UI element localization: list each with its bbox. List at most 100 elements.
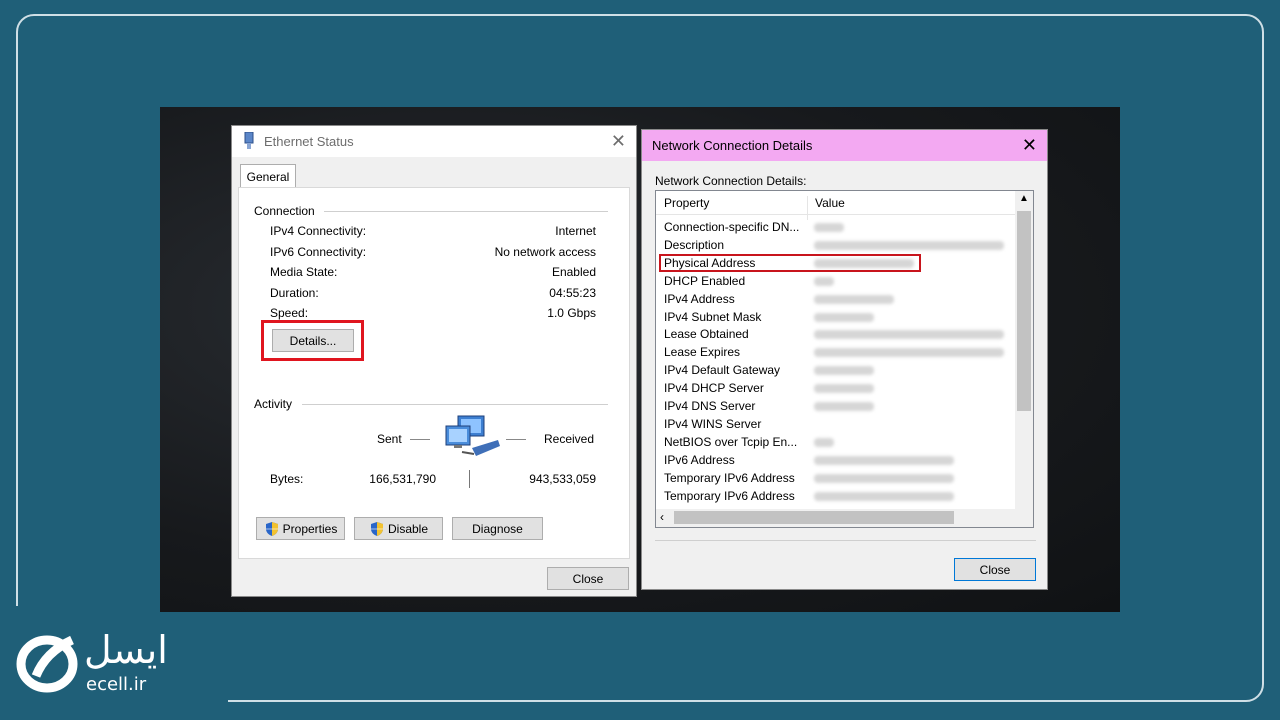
ncd-close-button[interactable]: Close bbox=[954, 558, 1036, 581]
horizontal-scroll-thumb[interactable] bbox=[674, 511, 954, 524]
disable-button-label: Disable bbox=[387, 521, 429, 536]
list-row-property: IPv4 Address bbox=[664, 291, 735, 306]
connection-group-label: Connection bbox=[254, 204, 315, 218]
close-button[interactable]: Close bbox=[547, 567, 629, 590]
ethernet-title: Ethernet Status bbox=[264, 134, 354, 149]
bytes-received-value: 943,533,059 bbox=[529, 472, 596, 486]
details-button[interactable]: Details... bbox=[272, 329, 354, 352]
list-row-property: IPv4 DNS Server bbox=[664, 399, 756, 413]
vertical-scrollbar[interactable]: ▲ bbox=[1015, 191, 1033, 511]
ethernet-status-dialog: Ethernet Status ✕ General Connection IPv… bbox=[231, 125, 637, 597]
list-row[interactable]: Lease Expires bbox=[656, 343, 1016, 361]
list-row-value-blurred bbox=[814, 223, 844, 232]
ipv4-connectivity-value: Internet bbox=[555, 224, 596, 238]
list-row[interactable]: IPv4 Address bbox=[656, 290, 1016, 308]
list-row[interactable]: IPv4 WINS Server bbox=[656, 415, 1016, 433]
duration-label: Duration: bbox=[270, 286, 319, 300]
network-adapter-icon bbox=[244, 132, 254, 149]
list-row-property: Connection-specific DN... bbox=[664, 220, 800, 234]
list-row-property: IPv4 WINS Server bbox=[664, 416, 762, 431]
bytes-sent-value: 166,531,790 bbox=[369, 472, 436, 486]
list-row[interactable]: IPv6 Address bbox=[656, 451, 1016, 469]
list-row-property: DHCP Enabled bbox=[664, 273, 746, 288]
close-icon[interactable]: ✕ bbox=[1022, 135, 1037, 155]
network-computers-icon bbox=[445, 415, 500, 456]
list-row[interactable]: Temporary IPv6 Address bbox=[656, 469, 1016, 487]
media-state-label: Media State: bbox=[270, 265, 338, 279]
list-row-value-blurred bbox=[814, 455, 954, 465]
list-row-property: Temporary IPv6 Address bbox=[664, 488, 795, 503]
details-list[interactable]: Property Value Connection-specific DN...… bbox=[655, 190, 1034, 528]
list-row-value-blurred bbox=[814, 276, 834, 286]
ncd-divider bbox=[655, 540, 1036, 541]
list-row-property: IPv4 DHCP Server bbox=[664, 381, 764, 396]
list-row-property: Description bbox=[664, 237, 725, 252]
list-row-value-blurred bbox=[814, 491, 954, 501]
ncd-title: Network Connection Details bbox=[652, 138, 813, 153]
properties-button-label: Properties bbox=[282, 521, 338, 536]
list-row-value-blurred bbox=[814, 330, 1004, 340]
col-separator[interactable] bbox=[807, 196, 808, 220]
list-header: Property Value bbox=[656, 191, 1015, 220]
list-row-property: Lease Obtained bbox=[664, 327, 749, 342]
diagnose-button[interactable]: Diagnose bbox=[452, 517, 543, 540]
tab-general[interactable]: General bbox=[240, 164, 296, 188]
list-row[interactable]: Description bbox=[656, 236, 1016, 254]
sent-line bbox=[410, 439, 430, 440]
received-line bbox=[506, 439, 526, 440]
diagnose-button-label: Diagnose bbox=[472, 521, 523, 536]
duration-value: 04:55:23 bbox=[549, 286, 596, 300]
properties-button[interactable]: Properties bbox=[256, 517, 345, 540]
screenshot-area: Ethernet Status ✕ General Connection IPv… bbox=[160, 107, 1120, 612]
list-row[interactable]: IPv4 DHCP Server bbox=[656, 379, 1016, 397]
ncd-close-button-label: Close bbox=[979, 562, 1011, 577]
physical-address-highlight bbox=[659, 253, 921, 272]
ecell-logo-mark bbox=[16, 635, 78, 693]
list-row[interactable]: Temporary IPv6 Address bbox=[656, 487, 1016, 505]
scroll-up-icon[interactable]: ▲ bbox=[1019, 193, 1029, 204]
network-connection-details-dialog: Network Connection Details ✕ Network Con… bbox=[641, 129, 1048, 590]
list-row[interactable]: IPv4 Default Gateway bbox=[656, 361, 1016, 379]
list-row-value-blurred bbox=[814, 384, 874, 394]
list-row[interactable]: Lease Obtained bbox=[656, 325, 1016, 343]
scroll-left-icon[interactable]: ‹ bbox=[660, 510, 664, 524]
activity-divider bbox=[302, 404, 608, 405]
ncd-titlebar: Network Connection Details ✕ bbox=[642, 130, 1047, 161]
list-row-value-blurred bbox=[814, 473, 954, 483]
col-property[interactable]: Property bbox=[664, 196, 709, 210]
activity-group-label: Activity bbox=[254, 397, 293, 411]
list-row[interactable]: IPv4 Subnet Mask bbox=[656, 308, 1016, 326]
ipv4-connectivity-label: IPv4 Connectivity: bbox=[270, 224, 367, 238]
list-row[interactable]: Physical Address bbox=[656, 253, 1016, 272]
vertical-scroll-thumb[interactable] bbox=[1017, 211, 1031, 411]
list-row[interactable]: IPv4 DNS Server bbox=[656, 397, 1016, 415]
list-row[interactable]: NetBIOS over Tcpip En... bbox=[656, 433, 1016, 451]
list-row-property: IPv4 Default Gateway bbox=[664, 363, 781, 378]
list-row-property: Temporary IPv6 Address bbox=[664, 470, 795, 485]
sent-label: Sent bbox=[377, 432, 402, 446]
list-row-property: IPv4 Subnet Mask bbox=[664, 309, 762, 324]
list-row-value-blurred bbox=[814, 366, 874, 376]
list-row-property: Lease Expires bbox=[664, 345, 741, 360]
brand-name-fa: ایسل bbox=[84, 628, 168, 672]
connection-divider bbox=[324, 211, 608, 212]
list-row-value-blurred bbox=[814, 240, 1004, 250]
bytes-label: Bytes: bbox=[270, 472, 304, 486]
list-row-value-blurred bbox=[814, 294, 894, 304]
list-row-value-blurred bbox=[814, 402, 874, 411]
list-row[interactable]: Connection-specific DN... bbox=[656, 218, 1016, 236]
col-value[interactable]: Value bbox=[815, 196, 845, 210]
media-state-value: Enabled bbox=[551, 265, 596, 279]
disable-button[interactable]: Disable bbox=[354, 517, 443, 540]
list-row[interactable]: DHCP Enabled bbox=[656, 272, 1016, 290]
bytes-separator bbox=[469, 470, 470, 488]
horizontal-scrollbar[interactable]: ‹ bbox=[656, 509, 1033, 527]
list-row-property: IPv6 Address bbox=[664, 452, 735, 467]
list-row-value-blurred bbox=[814, 312, 874, 322]
speed-value: 1.0 Gbps bbox=[547, 306, 596, 320]
received-label: Received bbox=[544, 432, 595, 446]
ipv6-connectivity-label: IPv6 Connectivity: bbox=[270, 245, 367, 259]
brand-site: ecell.ir bbox=[86, 674, 147, 695]
close-icon[interactable]: ✕ bbox=[611, 131, 626, 151]
list-row-property: NetBIOS over Tcpip En... bbox=[664, 434, 798, 449]
